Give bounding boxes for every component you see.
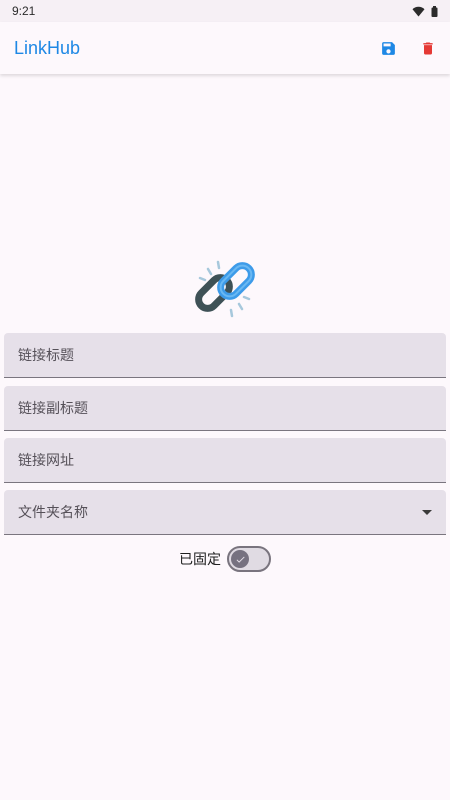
save-button[interactable]	[378, 38, 398, 58]
link-url-field[interactable]: 链接网址	[4, 438, 446, 483]
link-title-placeholder: 链接标题	[18, 348, 74, 364]
link-icon	[195, 260, 255, 318]
save-icon	[381, 41, 395, 55]
pinned-toggle[interactable]	[227, 546, 271, 572]
link-emoji	[190, 254, 260, 324]
delete-icon	[423, 42, 433, 54]
check-icon	[236, 556, 245, 563]
link-url-placeholder: 链接网址	[18, 453, 74, 469]
wifi-icon	[412, 6, 425, 16]
app-title: LinkHub	[14, 37, 81, 58]
delete-button[interactable]	[418, 38, 438, 58]
pinned-row: 已固定	[0, 545, 450, 573]
link-subtitle-placeholder: 链接副标题	[18, 401, 88, 417]
folder-name-placeholder: 文件夹名称	[18, 505, 88, 521]
status-time: 9:21	[12, 4, 36, 18]
link-subtitle-field[interactable]: 链接副标题	[4, 386, 446, 431]
link-title-field[interactable]: 链接标题	[4, 333, 446, 378]
app-bar-actions	[378, 38, 438, 58]
status-icons	[412, 5, 438, 17]
toggle-thumb	[231, 550, 249, 568]
pinned-label: 已固定	[179, 552, 221, 568]
status-bar: 9:21	[0, 0, 450, 22]
folder-name-dropdown[interactable]: 文件夹名称	[4, 490, 446, 535]
chevron-down-icon	[422, 510, 432, 515]
battery-icon	[431, 5, 438, 17]
app-bar: LinkHub	[0, 22, 450, 74]
